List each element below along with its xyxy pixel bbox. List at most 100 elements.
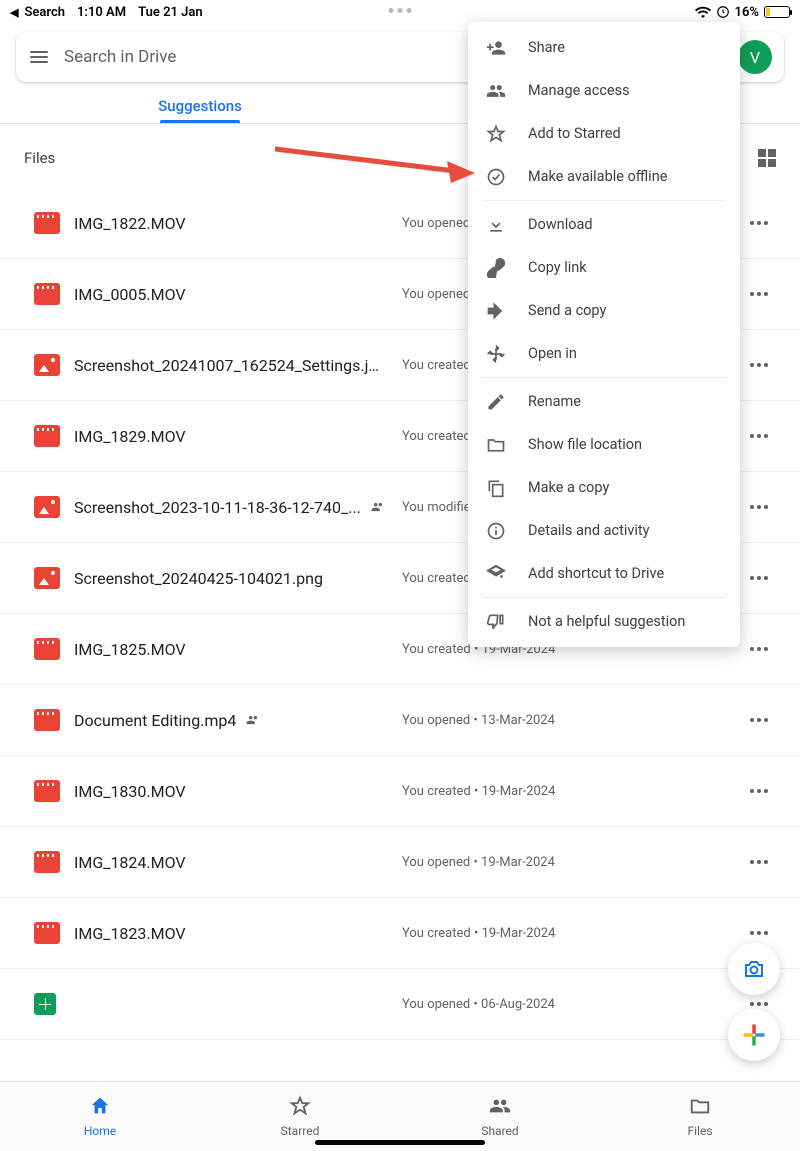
file-name: IMG_0005.MOV — [74, 285, 186, 304]
menu-item-label: Rename — [528, 393, 581, 410]
nav-label: Shared — [481, 1124, 518, 1138]
file-meta: You created — [402, 429, 471, 444]
shortcut-icon — [486, 564, 506, 584]
camera-fab[interactable] — [728, 943, 780, 995]
menu-item-link[interactable]: Copy link — [468, 246, 740, 289]
more-actions-icon[interactable] — [750, 434, 768, 438]
menu-item-label: Download — [528, 216, 593, 233]
more-actions-icon[interactable] — [750, 647, 768, 651]
back-app-label[interactable]: Search — [24, 5, 65, 20]
menu-item-shortcut[interactable]: Add shortcut to Drive — [468, 552, 740, 595]
nav-files[interactable]: Files — [600, 1082, 800, 1151]
file-row[interactable]: You opened • 06-Aug-2024 — [0, 969, 800, 1040]
person-add-icon — [486, 38, 506, 58]
menu-item-label: Show file location — [528, 436, 642, 453]
menu-item-group[interactable]: Manage access — [468, 69, 740, 112]
grid-view-toggle-icon[interactable] — [758, 149, 776, 167]
image-file-icon — [34, 567, 60, 589]
wifi-icon — [695, 6, 711, 18]
image-file-icon — [34, 496, 60, 518]
menu-item-label: Add to Starred — [528, 125, 621, 142]
more-actions-icon[interactable] — [750, 221, 768, 225]
file-meta: You opened • 06-Aug-2024 — [402, 997, 555, 1012]
menu-item-open[interactable]: Open in — [468, 332, 740, 375]
menu-divider — [482, 597, 726, 598]
home-indicator[interactable] — [315, 1140, 485, 1145]
section-title: Files — [24, 149, 55, 167]
menu-divider — [482, 200, 726, 201]
file-meta: You created • 19-Mar-2024 — [402, 784, 555, 799]
file-name: IMG_1824.MOV — [74, 853, 186, 872]
file-meta: You opened — [402, 287, 470, 302]
video-file-icon — [34, 780, 60, 802]
file-meta: You created — [402, 358, 471, 373]
file-meta: You opened • 13-Mar-2024 — [402, 713, 555, 728]
back-caret-icon[interactable]: ◀ — [10, 6, 18, 19]
avatar[interactable]: V — [738, 40, 772, 74]
image-file-icon — [34, 354, 60, 376]
menu-item-send[interactable]: Send a copy — [468, 289, 740, 332]
menu-item-offline[interactable]: Make available offline — [468, 155, 740, 198]
file-row[interactable]: IMG_1824.MOVYou opened • 19-Mar-2024 — [0, 827, 800, 898]
video-file-icon — [34, 425, 60, 447]
camera-icon — [742, 957, 766, 981]
menu-item-thumbdown[interactable]: Not a helpful suggestion — [468, 600, 740, 643]
status-date: Tue 21 Jan — [138, 5, 203, 20]
file-row[interactable]: IMG_1823.MOV You created • 19-Mar-2024 — [0, 898, 800, 969]
menu-item-folder[interactable]: Show file location — [468, 423, 740, 466]
more-actions-icon[interactable] — [750, 576, 768, 580]
file-meta: You created • 19-Mar-2024 — [402, 926, 555, 941]
menu-item-label: Make available offline — [528, 168, 667, 185]
menu-item-copy[interactable]: Make a copy — [468, 466, 740, 509]
menu-item-pencil[interactable]: Rename — [468, 380, 740, 423]
nav-home[interactable]: Home — [0, 1082, 200, 1151]
more-actions-icon[interactable] — [750, 860, 768, 864]
menu-item-label: Make a copy — [528, 479, 609, 496]
video-file-icon — [34, 212, 60, 234]
hamburger-menu-icon[interactable] — [30, 51, 48, 63]
menu-item-download[interactable]: Download — [468, 203, 740, 246]
file-row[interactable]: IMG_1830.MOV You created • 19-Mar-2024 — [0, 756, 800, 827]
menu-item-star[interactable]: Add to Starred — [468, 112, 740, 155]
file-row[interactable]: Document Editing.mp4 You opened • 13-Mar-… — [0, 685, 800, 756]
menu-item-label: Manage access — [528, 82, 630, 99]
menu-item-label: Send a copy — [528, 302, 606, 319]
battery-icon — [764, 6, 790, 18]
folder-icon — [486, 435, 506, 455]
more-actions-icon[interactable] — [750, 292, 768, 296]
nav-label: Files — [687, 1124, 712, 1138]
send-icon — [486, 301, 506, 321]
file-name: Screenshot_2023-10-11-18-36-12-740_... — [74, 498, 361, 517]
menu-divider — [482, 377, 726, 378]
video-file-icon — [34, 283, 60, 305]
file-name: IMG_1830.MOV — [74, 782, 186, 801]
file-name: Screenshot_20241007_162524_Settings.jpg — [74, 356, 384, 375]
more-actions-icon[interactable] — [750, 505, 768, 509]
link-icon — [486, 258, 506, 278]
tab-suggestions[interactable]: Suggestions — [0, 88, 400, 123]
pencil-icon — [486, 392, 506, 412]
menu-item-person-add[interactable]: Share — [468, 26, 740, 69]
more-actions-icon[interactable] — [750, 718, 768, 722]
sheet-file-icon — [34, 993, 56, 1015]
shared-icon — [246, 713, 260, 727]
file-name: Document Editing.mp4 — [74, 711, 236, 730]
menu-item-label: Copy link — [528, 259, 587, 276]
menu-item-info[interactable]: Details and activity — [468, 509, 740, 552]
info-icon — [486, 521, 506, 541]
plus-icon — [740, 1021, 768, 1049]
new-fab[interactable] — [728, 1009, 780, 1061]
more-actions-icon[interactable] — [750, 931, 768, 935]
battery-pct: 16% — [735, 5, 759, 20]
group-icon — [486, 81, 506, 101]
video-file-icon — [34, 709, 60, 731]
home-icon — [89, 1095, 111, 1120]
menu-item-label: Open in — [528, 345, 577, 362]
more-actions-icon[interactable] — [750, 789, 768, 793]
file-name: IMG_1823.MOV — [74, 924, 186, 943]
thumbdown-icon — [486, 612, 506, 632]
file-meta: You modified — [402, 500, 478, 515]
file-name: IMG_1825.MOV — [74, 640, 186, 659]
more-actions-icon[interactable] — [750, 363, 768, 367]
starred-icon — [289, 1095, 311, 1120]
